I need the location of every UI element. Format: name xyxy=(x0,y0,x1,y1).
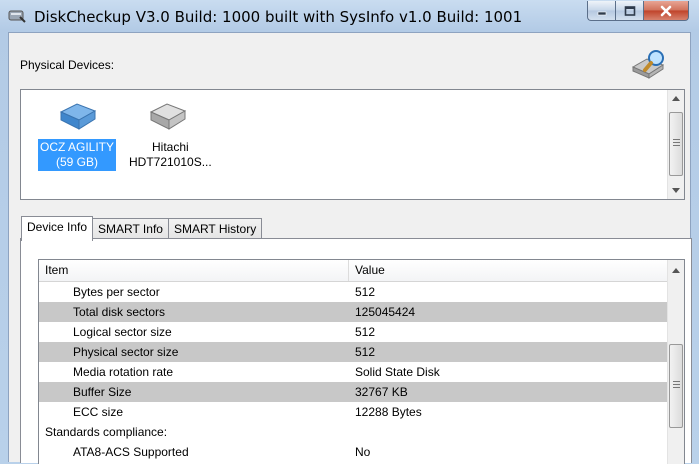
maximize-icon xyxy=(624,5,635,16)
table-row[interactable]: Buffer Size 32767 KB xyxy=(39,382,668,402)
table-row[interactable]: Total disk sectors 125045424 xyxy=(39,302,668,322)
table-row[interactable]: Physical sector size 512 xyxy=(39,342,668,362)
table-row[interactable]: ECC size 12288 Bytes xyxy=(39,402,668,422)
table-row[interactable]: ATA8-ACS Supported No xyxy=(39,442,668,462)
table-row[interactable]: Standards compliance: xyxy=(39,422,668,442)
device-name-line2: (59 GB) xyxy=(55,155,98,169)
row-value-cell: 125045424 xyxy=(355,305,416,319)
scan-devices-icon[interactable] xyxy=(629,47,669,83)
column-header-item[interactable]: Item xyxy=(39,260,349,281)
table-row[interactable]: Media rotation rate Solid State Disk xyxy=(39,362,668,382)
scroll-down-arrow[interactable] xyxy=(668,182,684,199)
scroll-thumb[interactable] xyxy=(669,344,683,428)
row-value-cell: 512 xyxy=(355,325,376,339)
physical-devices-list: OCZ AGILITY (59 GB) Hitachi HDT721010S... xyxy=(20,89,685,200)
app-icon xyxy=(8,10,26,23)
scroll-thumb[interactable] xyxy=(669,112,683,176)
row-item-cell: Total disk sectors xyxy=(73,305,166,319)
title-bar[interactable]: DiskCheckup V3.0 Build: 1000 built with … xyxy=(0,0,699,32)
table-rows: Bytes per sector 512 Total disk sectors 125… xyxy=(39,282,668,462)
row-value-cell: 512 xyxy=(355,345,376,359)
row-item-cell: ECC size xyxy=(73,405,124,419)
devices-scrollbar[interactable] xyxy=(667,90,684,199)
close-button[interactable] xyxy=(643,1,689,21)
chevron-up-icon xyxy=(672,268,680,273)
table-header: Item Value xyxy=(39,260,668,282)
hard-drive-icon xyxy=(149,103,187,130)
chevron-down-icon xyxy=(672,188,680,193)
device-info-panel: Item Value Bytes per sector 512 Total disk… xyxy=(20,238,692,464)
device-name-line2: HDT721010S... xyxy=(129,155,212,169)
row-item-cell: Logical sector size xyxy=(73,325,172,339)
row-value-cell: No xyxy=(355,445,371,459)
chevron-up-icon xyxy=(672,96,680,101)
device-name-line1: Hitachi xyxy=(152,140,189,154)
window-title: DiskCheckup V3.0 Build: 1000 built with … xyxy=(34,8,523,26)
row-item-cell: Bytes per sector xyxy=(73,285,160,299)
scroll-up-arrow[interactable] xyxy=(668,262,684,279)
ssd-drive-icon xyxy=(59,103,97,130)
maximize-button[interactable] xyxy=(615,1,643,21)
physical-devices-label: Physical Devices: xyxy=(20,58,115,72)
row-value-cell: 12288 Bytes xyxy=(355,405,422,419)
minimize-button[interactable] xyxy=(587,1,615,21)
row-value-cell: 512 xyxy=(355,285,376,299)
tab-device-info[interactable]: Device Info xyxy=(21,216,94,241)
scroll-up-arrow[interactable] xyxy=(668,90,684,107)
close-icon xyxy=(660,5,672,16)
device-name-ocz: OCZ AGILITY (59 GB) xyxy=(37,139,116,171)
row-item-cell: ATA8-ACS Supported xyxy=(73,445,189,459)
row-item-cell: Standards compliance: xyxy=(45,425,168,439)
row-item-cell: Physical sector size xyxy=(73,345,179,359)
tab-strip: Device Info SMART Info SMART History xyxy=(21,216,263,241)
main-client-area: Physical Devices: OCZ AGILITY (59 GB) Hi… xyxy=(8,32,692,464)
app-window: DiskCheckup V3.0 Build: 1000 built with … xyxy=(0,0,699,464)
table-scrollbar[interactable] xyxy=(667,260,684,464)
row-item-cell: Media rotation rate xyxy=(73,365,174,379)
row-value-cell: Solid State Disk xyxy=(355,365,440,379)
device-hitachi[interactable]: Hitachi HDT721010S... xyxy=(127,96,212,171)
device-name-line1: OCZ AGILITY xyxy=(39,140,114,154)
table-row[interactable]: Logical sector size 512 xyxy=(39,322,668,342)
device-name-hitachi: Hitachi HDT721010S... xyxy=(127,139,214,171)
table-row[interactable]: Bytes per sector 512 xyxy=(39,282,668,302)
row-value-cell: 32767 KB xyxy=(355,385,408,399)
row-item-cell: Buffer Size xyxy=(73,385,132,399)
device-info-table: Item Value Bytes per sector 512 Total disk… xyxy=(38,259,685,464)
minimize-icon xyxy=(597,11,606,15)
column-header-value[interactable]: Value xyxy=(349,260,668,281)
device-ocz-agility[interactable]: OCZ AGILITY (59 GB) xyxy=(37,96,117,171)
